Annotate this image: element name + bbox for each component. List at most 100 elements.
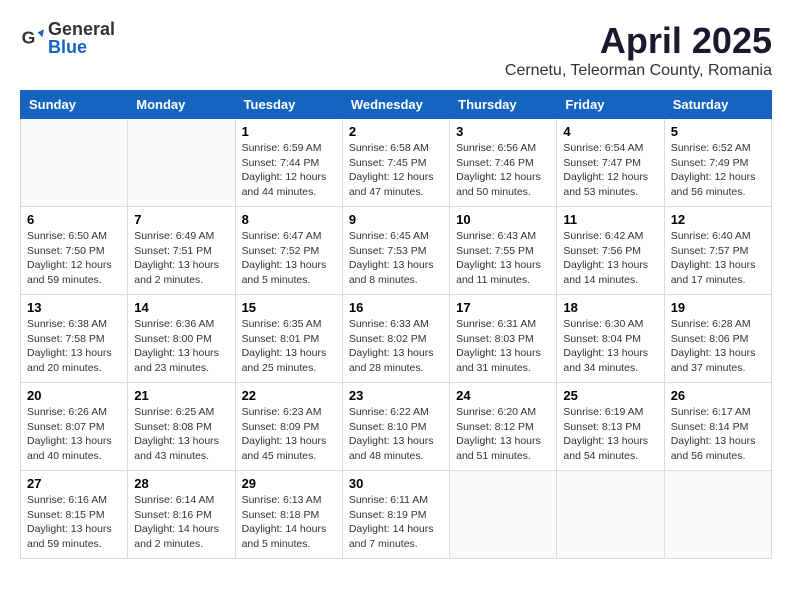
day-number: 24	[456, 388, 550, 403]
day-number: 27	[27, 476, 121, 491]
calendar-day-cell: 23 Sunrise: 6:22 AMSunset: 8:10 PMDayligh…	[342, 383, 449, 471]
calendar-day-cell: 16Sunrise: 6:33 AMSunset: 8:02 PMDayligh…	[342, 295, 449, 383]
day-number: 11	[563, 212, 657, 227]
day-number: 7	[134, 212, 228, 227]
day-info: Sunrise: 6:40 AMSunset: 7:57 PMDaylight:…	[671, 229, 765, 288]
calendar-day-cell: 13Sunrise: 6:38 AMSunset: 7:58 PMDayligh…	[21, 295, 128, 383]
month-title: April 2025	[505, 20, 772, 62]
calendar-day-cell: 24 Sunrise: 6:20 AMSunset: 8:12 PMDayligh…	[450, 383, 557, 471]
calendar-week-row: 13Sunrise: 6:38 AMSunset: 7:58 PMDayligh…	[21, 295, 772, 383]
day-number: 12	[671, 212, 765, 227]
day-info: Sunrise: 6:43 AMSunset: 7:55 PMDaylight:…	[456, 229, 550, 288]
calendar-day-cell: 15Sunrise: 6:35 AMSunset: 8:01 PMDayligh…	[235, 295, 342, 383]
day-number: 3	[456, 124, 550, 139]
day-number: 2	[349, 124, 443, 139]
calendar-week-row: 1 Sunrise: 6:59 AMSunset: 7:44 PMDaylight…	[21, 119, 772, 207]
location-title: Cernetu, Teleorman County, Romania	[505, 62, 772, 80]
calendar-table: SundayMondayTuesdayWednesdayThursdayFrid…	[20, 90, 772, 559]
day-info: Sunrise: 6:50 AMSunset: 7:50 PMDaylight:…	[27, 229, 121, 288]
day-info: Sunrise: 6:56 AMSunset: 7:46 PMDaylight:…	[456, 141, 550, 200]
day-number: 13	[27, 300, 121, 315]
calendar-day-cell: 7 Sunrise: 6:49 AMSunset: 7:51 PMDaylight…	[128, 207, 235, 295]
day-number: 25	[563, 388, 657, 403]
day-info: Sunrise: 6:47 AMSunset: 7:52 PMDaylight:…	[242, 229, 336, 288]
calendar-day-cell	[664, 471, 771, 559]
calendar-day-cell: 20 Sunrise: 6:26 AMSunset: 8:07 PMDayligh…	[21, 383, 128, 471]
logo-blue: Blue	[48, 38, 115, 56]
page-header: G General Blue April 2025 Cernetu, Teleo…	[20, 20, 772, 80]
day-info: Sunrise: 6:13 AMSunset: 8:18 PMDaylight:…	[242, 493, 336, 552]
day-info: Sunrise: 6:20 AMSunset: 8:12 PMDaylight:…	[456, 405, 550, 464]
day-number: 1	[242, 124, 336, 139]
day-number: 19	[671, 300, 765, 315]
title-section: April 2025 Cernetu, Teleorman County, Ro…	[505, 20, 772, 80]
day-of-week-header: Wednesday	[342, 91, 449, 119]
calendar-day-cell: 21 Sunrise: 6:25 AMSunset: 8:08 PMDayligh…	[128, 383, 235, 471]
day-number: 17	[456, 300, 550, 315]
day-info: Sunrise: 6:59 AMSunset: 7:44 PMDaylight:…	[242, 141, 336, 200]
day-info: Sunrise: 6:26 AMSunset: 8:07 PMDaylight:…	[27, 405, 121, 464]
day-info: Sunrise: 6:31 AMSunset: 8:03 PMDaylight:…	[456, 317, 550, 376]
day-number: 9	[349, 212, 443, 227]
calendar-day-cell: 14Sunrise: 6:36 AMSunset: 8:00 PMDayligh…	[128, 295, 235, 383]
calendar-day-cell: 29 Sunrise: 6:13 AMSunset: 8:18 PMDayligh…	[235, 471, 342, 559]
day-info: Sunrise: 6:11 AMSunset: 8:19 PMDaylight:…	[349, 493, 443, 552]
calendar-day-cell: 1 Sunrise: 6:59 AMSunset: 7:44 PMDaylight…	[235, 119, 342, 207]
day-number: 30	[349, 476, 443, 491]
day-number: 6	[27, 212, 121, 227]
day-info: Sunrise: 6:33 AMSunset: 8:02 PMDaylight:…	[349, 317, 443, 376]
day-number: 20	[27, 388, 121, 403]
day-info: Sunrise: 6:16 AMSunset: 8:15 PMDaylight:…	[27, 493, 121, 552]
logo: G General Blue	[20, 20, 115, 56]
day-info: Sunrise: 6:22 AMSunset: 8:10 PMDaylight:…	[349, 405, 443, 464]
day-info: Sunrise: 6:54 AMSunset: 7:47 PMDaylight:…	[563, 141, 657, 200]
calendar-week-row: 20 Sunrise: 6:26 AMSunset: 8:07 PMDayligh…	[21, 383, 772, 471]
calendar-day-cell: 10 Sunrise: 6:43 AMSunset: 7:55 PMDayligh…	[450, 207, 557, 295]
day-of-week-header: Sunday	[21, 91, 128, 119]
calendar-header-row: SundayMondayTuesdayWednesdayThursdayFrid…	[21, 91, 772, 119]
day-info: Sunrise: 6:30 AMSunset: 8:04 PMDaylight:…	[563, 317, 657, 376]
day-info: Sunrise: 6:49 AMSunset: 7:51 PMDaylight:…	[134, 229, 228, 288]
calendar-week-row: 27 Sunrise: 6:16 AMSunset: 8:15 PMDayligh…	[21, 471, 772, 559]
day-info: Sunrise: 6:52 AMSunset: 7:49 PMDaylight:…	[671, 141, 765, 200]
day-number: 26	[671, 388, 765, 403]
day-info: Sunrise: 6:42 AMSunset: 7:56 PMDaylight:…	[563, 229, 657, 288]
day-info: Sunrise: 6:58 AMSunset: 7:45 PMDaylight:…	[349, 141, 443, 200]
day-number: 29	[242, 476, 336, 491]
svg-text:G: G	[22, 28, 36, 48]
day-of-week-header: Thursday	[450, 91, 557, 119]
day-info: Sunrise: 6:19 AMSunset: 8:13 PMDaylight:…	[563, 405, 657, 464]
calendar-day-cell: 8 Sunrise: 6:47 AMSunset: 7:52 PMDaylight…	[235, 207, 342, 295]
calendar-day-cell: 5Sunrise: 6:52 AMSunset: 7:49 PMDaylight…	[664, 119, 771, 207]
day-number: 14	[134, 300, 228, 315]
day-info: Sunrise: 6:35 AMSunset: 8:01 PMDaylight:…	[242, 317, 336, 376]
day-of-week-header: Monday	[128, 91, 235, 119]
calendar-day-cell: 26Sunrise: 6:17 AMSunset: 8:14 PMDayligh…	[664, 383, 771, 471]
day-number: 8	[242, 212, 336, 227]
calendar-day-cell: 12 Sunrise: 6:40 AMSunset: 7:57 PMDayligh…	[664, 207, 771, 295]
day-number: 21	[134, 388, 228, 403]
day-of-week-header: Tuesday	[235, 91, 342, 119]
day-info: Sunrise: 6:45 AMSunset: 7:53 PMDaylight:…	[349, 229, 443, 288]
calendar-week-row: 6 Sunrise: 6:50 AMSunset: 7:50 PMDaylight…	[21, 207, 772, 295]
calendar-day-cell: 3 Sunrise: 6:56 AMSunset: 7:46 PMDaylight…	[450, 119, 557, 207]
day-number: 22	[242, 388, 336, 403]
day-number: 18	[563, 300, 657, 315]
calendar-day-cell	[21, 119, 128, 207]
calendar-day-cell: 9 Sunrise: 6:45 AMSunset: 7:53 PMDaylight…	[342, 207, 449, 295]
logo-general: General	[48, 20, 115, 38]
day-info: Sunrise: 6:14 AMSunset: 8:16 PMDaylight:…	[134, 493, 228, 552]
day-number: 10	[456, 212, 550, 227]
calendar-day-cell: 4Sunrise: 6:54 AMSunset: 7:47 PMDaylight…	[557, 119, 664, 207]
calendar-day-cell: 6 Sunrise: 6:50 AMSunset: 7:50 PMDaylight…	[21, 207, 128, 295]
day-info: Sunrise: 6:25 AMSunset: 8:08 PMDaylight:…	[134, 405, 228, 464]
day-of-week-header: Friday	[557, 91, 664, 119]
day-of-week-header: Saturday	[664, 91, 771, 119]
calendar-day-cell: 17 Sunrise: 6:31 AMSunset: 8:03 PMDayligh…	[450, 295, 557, 383]
calendar-day-cell: 27 Sunrise: 6:16 AMSunset: 8:15 PMDayligh…	[21, 471, 128, 559]
calendar-day-cell: 30 Sunrise: 6:11 AMSunset: 8:19 PMDayligh…	[342, 471, 449, 559]
day-number: 23	[349, 388, 443, 403]
calendar-day-cell: 28Sunrise: 6:14 AMSunset: 8:16 PMDayligh…	[128, 471, 235, 559]
calendar-day-cell	[450, 471, 557, 559]
calendar-day-cell	[128, 119, 235, 207]
